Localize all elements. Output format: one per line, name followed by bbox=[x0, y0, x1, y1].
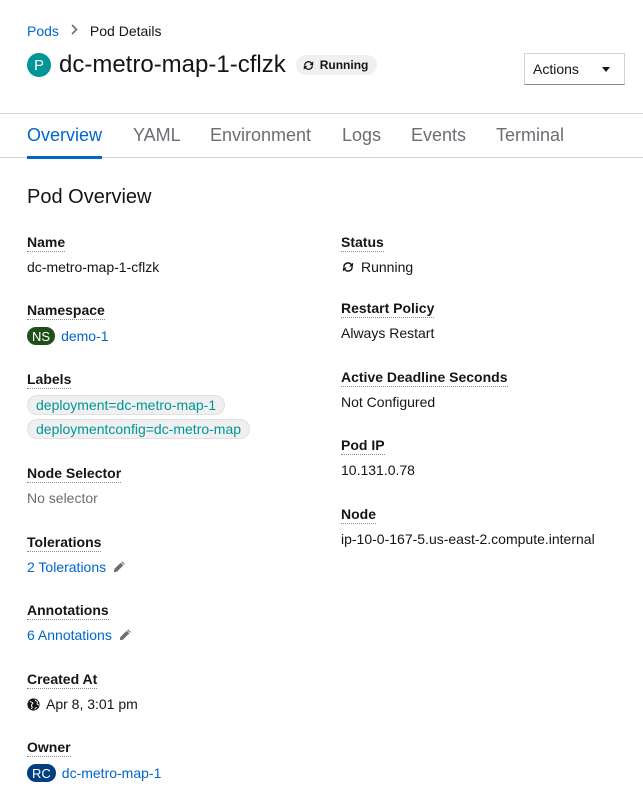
created-at-value: Apr 8, 3:01 pm bbox=[27, 696, 138, 712]
tab-yaml[interactable]: YAML bbox=[133, 125, 181, 156]
tab-overview[interactable]: Overview bbox=[27, 125, 103, 159]
page-title: dc-metro-map-1-cflzk bbox=[59, 51, 286, 78]
sync-icon bbox=[342, 262, 354, 272]
owner-value: RC dc-metro-map-1 bbox=[27, 764, 161, 782]
breadcrumb: Pods Pod Details bbox=[27, 23, 162, 39]
tab-events[interactable]: Events bbox=[411, 125, 466, 156]
tolerations-value: 2 Tolerations bbox=[27, 559, 126, 575]
tab-environment[interactable]: Environment bbox=[210, 125, 311, 156]
actions-label: Actions bbox=[533, 61, 579, 77]
section-title: Pod Overview bbox=[27, 186, 152, 208]
field-node: Node ip-10-0-167-5.us-east-2.compute.int… bbox=[341, 506, 595, 547]
pencil-icon[interactable] bbox=[118, 628, 132, 642]
pencil-icon[interactable] bbox=[112, 560, 126, 574]
actions-dropdown[interactable]: Actions bbox=[524, 53, 625, 85]
node-selector-value: No selector bbox=[27, 490, 98, 506]
label-chip[interactable]: deployment=dc-metro-map-1 bbox=[27, 395, 226, 415]
field-label: Labels bbox=[27, 371, 72, 389]
field-label: Namespace bbox=[27, 302, 105, 320]
breadcrumb-current: Pod Details bbox=[89, 23, 162, 39]
active-deadline-value: Not Configured bbox=[341, 394, 436, 410]
field-label: Active Deadline Seconds bbox=[341, 369, 508, 387]
field-label: Node bbox=[341, 506, 376, 524]
annotations-value: 6 Annotations bbox=[27, 627, 132, 643]
field-label: Restart Policy bbox=[341, 300, 435, 318]
pod-resource-icon: P bbox=[27, 53, 51, 77]
namespace-link[interactable]: demo-1 bbox=[61, 328, 108, 344]
field-annotations: Annotations 6 Annotations bbox=[27, 602, 132, 643]
field-label: Annotations bbox=[27, 602, 109, 620]
page-header: Pods Pod Details P dc-metro-map-1-cflzk … bbox=[0, 0, 643, 114]
tab-bar: Overview YAML Environment Logs Events Te… bbox=[0, 114, 643, 159]
tab-terminal[interactable]: Terminal bbox=[496, 125, 564, 156]
restart-policy-value: Always Restart bbox=[341, 325, 435, 341]
chevron-right-icon bbox=[71, 24, 78, 38]
field-label: Node Selector bbox=[27, 465, 122, 483]
namespace-badge: NS bbox=[27, 327, 56, 345]
annotations-link[interactable]: 6 Annotations bbox=[27, 627, 112, 643]
field-active-deadline: Active Deadline Seconds Not Configured bbox=[341, 369, 508, 410]
labels-list: deployment=dc-metro-map-1 deploymentconf… bbox=[27, 395, 251, 439]
field-created-at: Created At Apr 8, 3:01 pm bbox=[27, 671, 138, 712]
status-badge: Running bbox=[295, 55, 378, 75]
status-value: Running bbox=[341, 259, 413, 275]
field-tolerations: Tolerations 2 Tolerations bbox=[27, 534, 126, 575]
tolerations-link[interactable]: 2 Tolerations bbox=[27, 559, 106, 575]
field-label: Owner bbox=[27, 739, 71, 757]
pod-ip-value: 10.131.0.78 bbox=[341, 462, 415, 478]
field-name: Name dc-metro-map-1-cflzk bbox=[27, 234, 159, 275]
breadcrumb-pods-link[interactable]: Pods bbox=[27, 23, 59, 39]
field-status: Status Running bbox=[341, 234, 413, 275]
field-label: Pod IP bbox=[341, 437, 385, 455]
created-at-text: Apr 8, 3:01 pm bbox=[46, 696, 138, 712]
field-pod-ip: Pod IP 10.131.0.78 bbox=[341, 437, 415, 478]
sync-icon bbox=[303, 60, 313, 70]
field-restart-policy: Restart Policy Always Restart bbox=[341, 300, 435, 341]
namespace-value: NS demo-1 bbox=[27, 327, 109, 345]
status-text: Running bbox=[361, 259, 414, 275]
field-labels: Labels deployment=dc-metro-map-1 deploym… bbox=[27, 371, 251, 443]
pod-name-value: dc-metro-map-1-cflzk bbox=[27, 259, 160, 275]
status-badge-text: Running bbox=[319, 58, 369, 72]
owner-link[interactable]: dc-metro-map-1 bbox=[62, 765, 162, 781]
field-label: Name bbox=[27, 234, 66, 252]
field-label: Tolerations bbox=[27, 534, 102, 552]
label-chip[interactable]: deploymentconfig=dc-metro-map bbox=[27, 419, 251, 439]
title-row: P dc-metro-map-1-cflzk Running bbox=[27, 51, 378, 79]
field-node-selector: Node Selector No selector bbox=[27, 465, 122, 506]
globe-icon bbox=[27, 697, 40, 711]
tab-logs[interactable]: Logs bbox=[342, 125, 381, 156]
owner-badge: RC bbox=[27, 764, 56, 782]
node-value: ip-10-0-167-5.us-east-2.compute.internal bbox=[341, 531, 595, 547]
field-label: Status bbox=[341, 234, 384, 252]
caret-down-icon bbox=[602, 66, 610, 72]
field-label: Created At bbox=[27, 671, 98, 689]
field-namespace: Namespace NS demo-1 bbox=[27, 302, 109, 345]
field-owner: Owner RC dc-metro-map-1 bbox=[27, 739, 161, 782]
